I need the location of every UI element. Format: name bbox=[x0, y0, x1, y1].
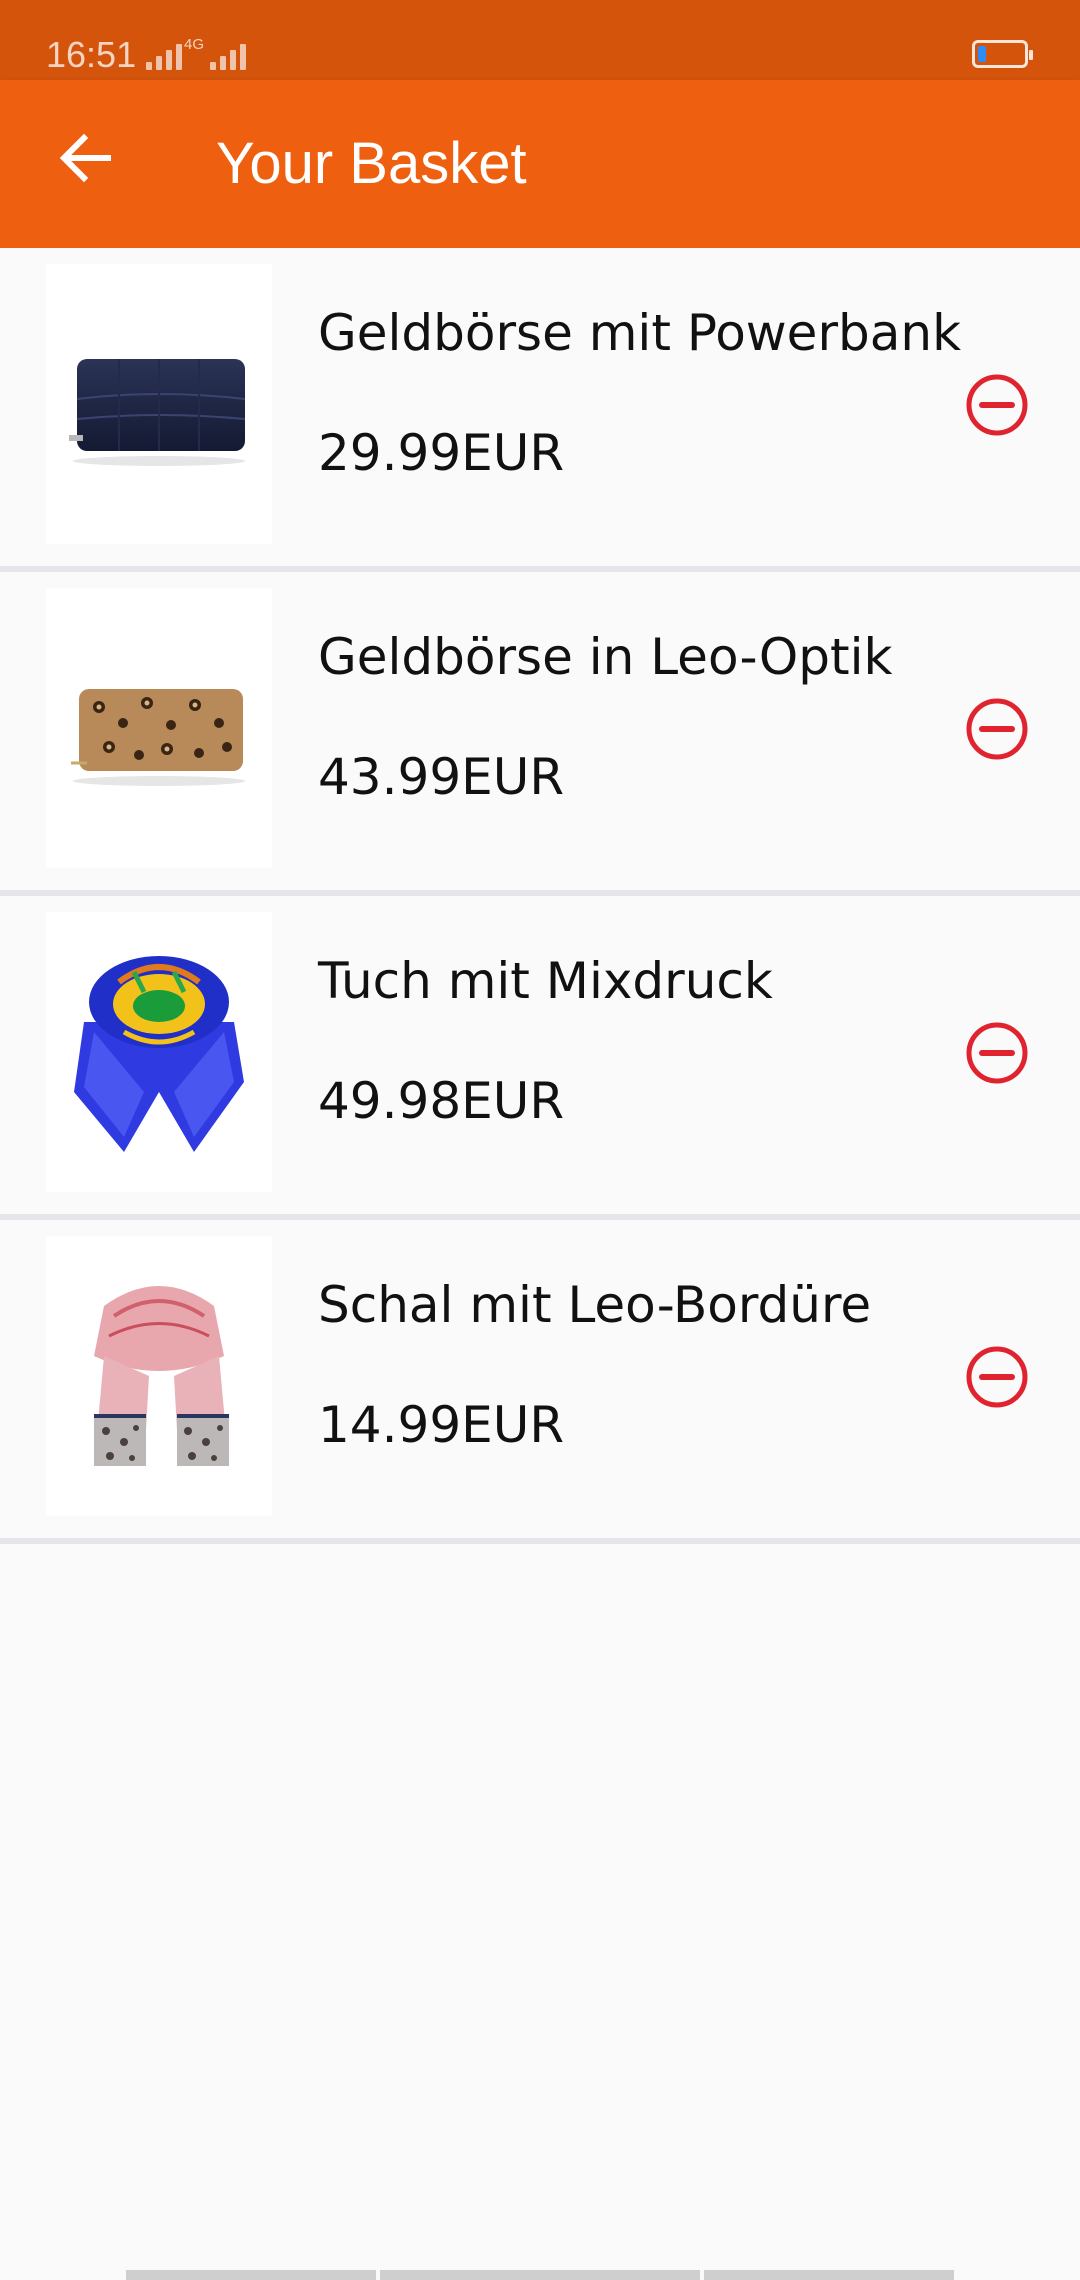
remove-item-button[interactable] bbox=[962, 694, 1032, 764]
product-price: 29.99EUR bbox=[318, 424, 565, 482]
basket-item[interactable]: Schal mit Leo-Bordüre 14.99EUR bbox=[0, 1220, 1080, 1544]
remove-item-button[interactable] bbox=[962, 1018, 1032, 1088]
product-image[interactable] bbox=[46, 1236, 272, 1516]
leopard-wallet-icon bbox=[71, 689, 245, 786]
navy-wallet-icon bbox=[69, 359, 246, 466]
remove-item-button[interactable] bbox=[962, 370, 1032, 440]
status-time: 16:51 bbox=[46, 34, 137, 75]
minus-circle-icon bbox=[966, 374, 1028, 436]
remove-item-button[interactable] bbox=[962, 1342, 1032, 1412]
product-image[interactable] bbox=[46, 912, 272, 1192]
product-name: Schal mit Leo-Bordüre bbox=[318, 1276, 872, 1334]
product-image[interactable] bbox=[46, 264, 272, 544]
nav-indicator bbox=[704, 2270, 954, 2280]
status-bar: 16:51 4G bbox=[0, 0, 1080, 80]
arrow-back-icon bbox=[59, 133, 111, 183]
page-title: Your Basket bbox=[216, 131, 527, 196]
basket-list: Geldbörse mit Powerbank 29.99EUR Geldbör… bbox=[0, 248, 1080, 1544]
basket-item[interactable]: Tuch mit Mixdruck 49.98EUR bbox=[0, 896, 1080, 1220]
minus-circle-icon bbox=[966, 1346, 1028, 1408]
product-price: 43.99EUR bbox=[318, 748, 565, 806]
product-price: 14.99EUR bbox=[318, 1396, 565, 1454]
basket-item[interactable]: Geldbörse mit Powerbank 29.99EUR bbox=[0, 248, 1080, 572]
product-image[interactable] bbox=[46, 588, 272, 868]
basket-item[interactable]: Geldbörse in Leo-Optik 43.99EUR bbox=[0, 572, 1080, 896]
signal-icon bbox=[146, 38, 182, 70]
back-button[interactable] bbox=[50, 122, 122, 194]
app-bar: Your Basket bbox=[0, 80, 1080, 248]
product-price: 49.98EUR bbox=[318, 1072, 565, 1130]
signal-icon-2 bbox=[210, 38, 246, 70]
minus-circle-icon bbox=[966, 1022, 1028, 1084]
nav-indicator bbox=[126, 2270, 376, 2280]
minus-circle-icon bbox=[966, 698, 1028, 760]
nav-indicator bbox=[380, 2270, 700, 2280]
network-label: 4G bbox=[184, 36, 205, 53]
pink-scarf-icon bbox=[94, 1286, 229, 1466]
product-name: Geldbörse mit Powerbank bbox=[318, 304, 962, 362]
blue-scarf-icon bbox=[74, 956, 244, 1152]
product-name: Tuch mit Mixdruck bbox=[318, 952, 773, 1010]
battery-icon bbox=[972, 40, 1033, 68]
product-name: Geldbörse in Leo-Optik bbox=[318, 628, 893, 686]
